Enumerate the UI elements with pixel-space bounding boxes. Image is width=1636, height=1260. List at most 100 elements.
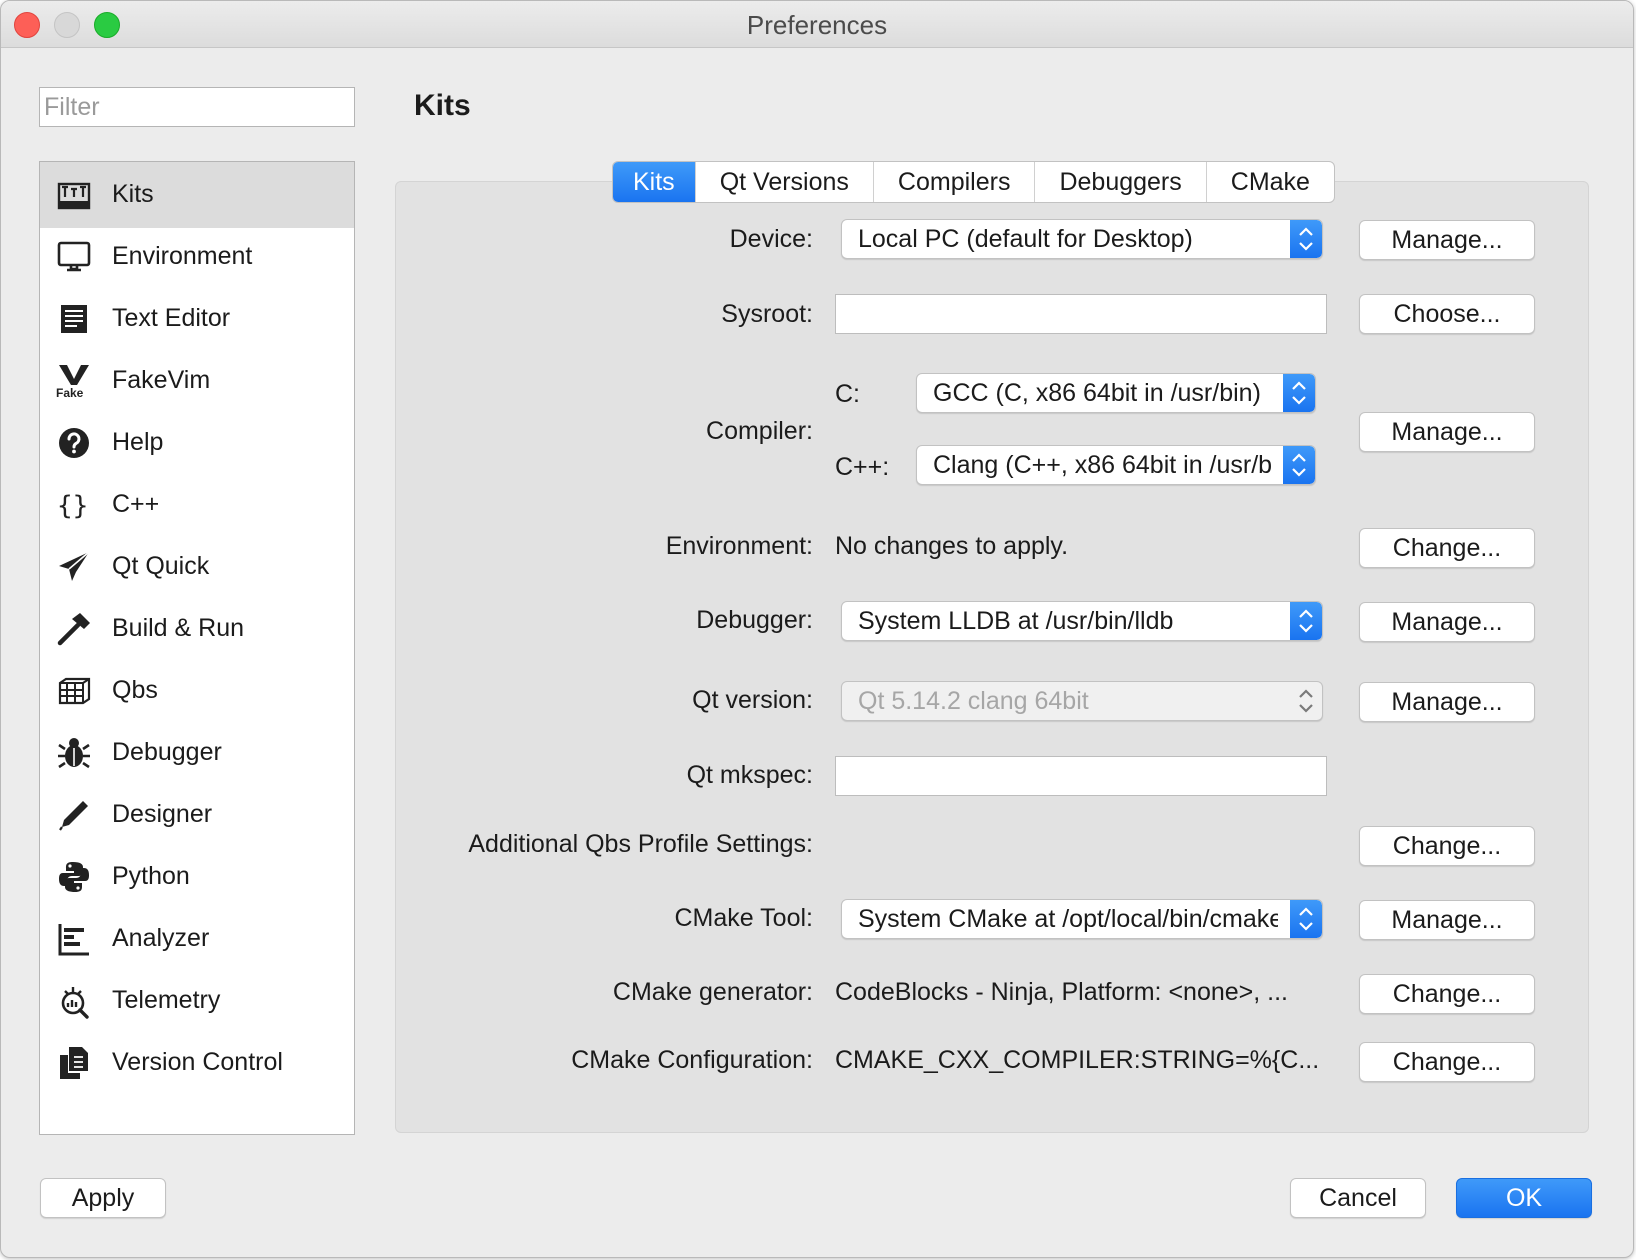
- sidebar-item-label: FakeVim: [112, 366, 211, 394]
- sidebar-item-label: Debugger: [112, 738, 222, 766]
- sidebar-item-python[interactable]: Python: [40, 844, 354, 910]
- sidebar-item-kits[interactable]: Kits: [40, 162, 354, 228]
- paper-plane-icon: [59, 551, 90, 581]
- cmake-tool-label: CMake Tool:: [674, 904, 814, 932]
- cmake-generator-change-button[interactable]: Change...: [1359, 974, 1535, 1014]
- sidebar-item-version-control[interactable]: Version Control: [40, 1030, 354, 1096]
- sidebar-item-label: Qt Quick: [112, 552, 210, 580]
- sidebar-item-label: Kits: [112, 180, 154, 208]
- svg-text:Fake: Fake: [56, 386, 84, 399]
- sidebar-item-qbs[interactable]: Qbs: [40, 658, 354, 724]
- updown-chevron-icon: [1290, 682, 1322, 720]
- text-editor-icon: [61, 305, 87, 333]
- qt-version-label: Qt version:: [692, 686, 813, 714]
- fakevim-icon: Fake: [56, 365, 89, 399]
- sidebar-item-designer[interactable]: Designer: [40, 782, 354, 848]
- environment-change-button[interactable]: Change...: [1359, 528, 1535, 568]
- tab-compilers[interactable]: Compilers: [874, 162, 1036, 202]
- cmake-tool-select-value: System CMake at /opt/local/bin/cmake: [858, 905, 1278, 933]
- updown-chevron-icon: [1290, 220, 1322, 258]
- debugger-select-value: System LLDB at /usr/bin/lldb: [858, 607, 1174, 635]
- version-control-icon: [60, 1047, 88, 1079]
- preferences-window: Preferences Kits Environment Tex: [0, 0, 1634, 1258]
- tab-cmake[interactable]: CMake: [1207, 162, 1334, 202]
- device-select[interactable]: Local PC (default for Desktop): [841, 219, 1323, 259]
- environment-value: No changes to apply.: [835, 532, 1069, 560]
- tab-debuggers[interactable]: Debuggers: [1035, 162, 1207, 202]
- window-title: Preferences: [746, 10, 888, 40]
- updown-chevron-icon: [1283, 374, 1315, 412]
- sidebar-item-label: Text Editor: [112, 304, 231, 332]
- cmake-tool-manage-button[interactable]: Manage...: [1359, 900, 1535, 940]
- updown-chevron-icon: [1283, 446, 1315, 484]
- sidebar-item-cpp[interactable]: {} C++: [40, 472, 354, 538]
- tab-bar: Kits Qt Versions Compilers Debuggers CMa…: [612, 161, 1335, 203]
- apply-button[interactable]: Apply: [40, 1178, 166, 1218]
- monitor-icon: [57, 241, 91, 272]
- bug-icon: [58, 738, 90, 769]
- sidebar-item-analyzer[interactable]: Analyzer: [40, 906, 354, 972]
- sidebar-item-qt-quick[interactable]: Qt Quick: [40, 534, 354, 600]
- device-manage-button[interactable]: Manage...: [1359, 220, 1535, 260]
- debugger-label: Debugger:: [696, 606, 813, 634]
- sidebar-item-debugger[interactable]: Debugger: [40, 720, 354, 786]
- cmake-config-change-button[interactable]: Change...: [1359, 1042, 1535, 1082]
- qt-version-select: Qt 5.14.2 clang 64bit: [841, 681, 1323, 721]
- sidebar-item-label: Help: [112, 428, 164, 456]
- compiler-c-select[interactable]: GCC (C, x86 64bit in /usr/bin): [916, 373, 1316, 413]
- compiler-cpp-label: C++:: [835, 453, 890, 481]
- cmake-generator-label: CMake generator:: [612, 978, 813, 1006]
- updown-chevron-icon: [1290, 900, 1322, 938]
- cancel-button[interactable]: Cancel: [1290, 1178, 1426, 1218]
- sysroot-input[interactable]: [835, 294, 1327, 334]
- sysroot-choose-button[interactable]: Choose...: [1359, 294, 1535, 334]
- tab-kits[interactable]: Kits: [613, 162, 696, 202]
- compiler-label: Compiler:: [706, 417, 813, 445]
- tab-qt-versions[interactable]: Qt Versions: [696, 162, 874, 202]
- device-label: Device:: [729, 225, 813, 253]
- qt-version-manage-button[interactable]: Manage...: [1359, 682, 1535, 722]
- cmake-config-label: CMake Configuration:: [571, 1046, 813, 1074]
- page-title: Kits: [414, 89, 471, 122]
- sidebar-item-text-editor[interactable]: Text Editor: [40, 286, 354, 352]
- analyzer-icon: [58, 924, 89, 956]
- filter-input[interactable]: [39, 87, 355, 127]
- sidebar-item-label: Designer: [112, 800, 213, 828]
- sidebar-item-label: Analyzer: [112, 924, 210, 952]
- qbs-profile-label: Additional Qbs Profile Settings:: [468, 830, 813, 858]
- pencil-icon: [59, 801, 88, 831]
- compiler-cpp-select[interactable]: Clang (C++, x86 64bit in /usr/bin): [916, 445, 1316, 485]
- sidebar-item-fakevim[interactable]: Fake FakeVim: [40, 348, 354, 414]
- device-select-value: Local PC (default for Desktop): [858, 225, 1193, 253]
- cpp-braces-icon: {}: [57, 491, 88, 521]
- qt-mkspec-input[interactable]: [835, 756, 1327, 796]
- kits-icon: [57, 182, 91, 210]
- sidebar-item-label: Version Control: [112, 1048, 283, 1076]
- svg-text:{}: {}: [57, 491, 88, 521]
- cmake-tool-select[interactable]: System CMake at /opt/local/bin/cmake: [841, 899, 1323, 939]
- qbs-profile-change-button[interactable]: Change...: [1359, 826, 1535, 866]
- sidebar-item-label: Build & Run: [112, 614, 245, 642]
- sysroot-label: Sysroot:: [721, 300, 813, 328]
- sidebar-item-label: C++: [112, 490, 160, 518]
- compiler-c-label: C:: [835, 380, 860, 408]
- sidebar-item-help[interactable]: Help: [40, 410, 354, 476]
- compiler-c-value: GCC (C, x86 64bit in /usr/bin): [933, 379, 1261, 407]
- python-icon: [59, 862, 89, 892]
- compiler-manage-button[interactable]: Manage...: [1359, 412, 1535, 452]
- qt-version-select-value: Qt 5.14.2 clang 64bit: [858, 687, 1089, 715]
- sidebar-item-telemetry[interactable]: Telemetry: [40, 968, 354, 1034]
- debugger-select[interactable]: System LLDB at /usr/bin/lldb: [841, 601, 1323, 641]
- sidebar-item-environment[interactable]: Environment: [40, 224, 354, 290]
- sidebar-item-label: Telemetry: [112, 986, 221, 1014]
- updown-chevron-icon: [1290, 602, 1322, 640]
- cmake-config-value: CMAKE_CXX_COMPILER:STRING=%{C...: [835, 1046, 1320, 1074]
- title-bar: Preferences: [1, 1, 1633, 48]
- telemetry-icon: [61, 987, 89, 1019]
- debugger-manage-button[interactable]: Manage...: [1359, 602, 1535, 642]
- hammer-icon: [57, 613, 90, 646]
- sidebar-item-build-run[interactable]: Build & Run: [40, 596, 354, 662]
- environment-label: Environment:: [665, 532, 813, 560]
- sidebar-item-label: Environment: [112, 242, 253, 270]
- ok-button[interactable]: OK: [1456, 1178, 1592, 1218]
